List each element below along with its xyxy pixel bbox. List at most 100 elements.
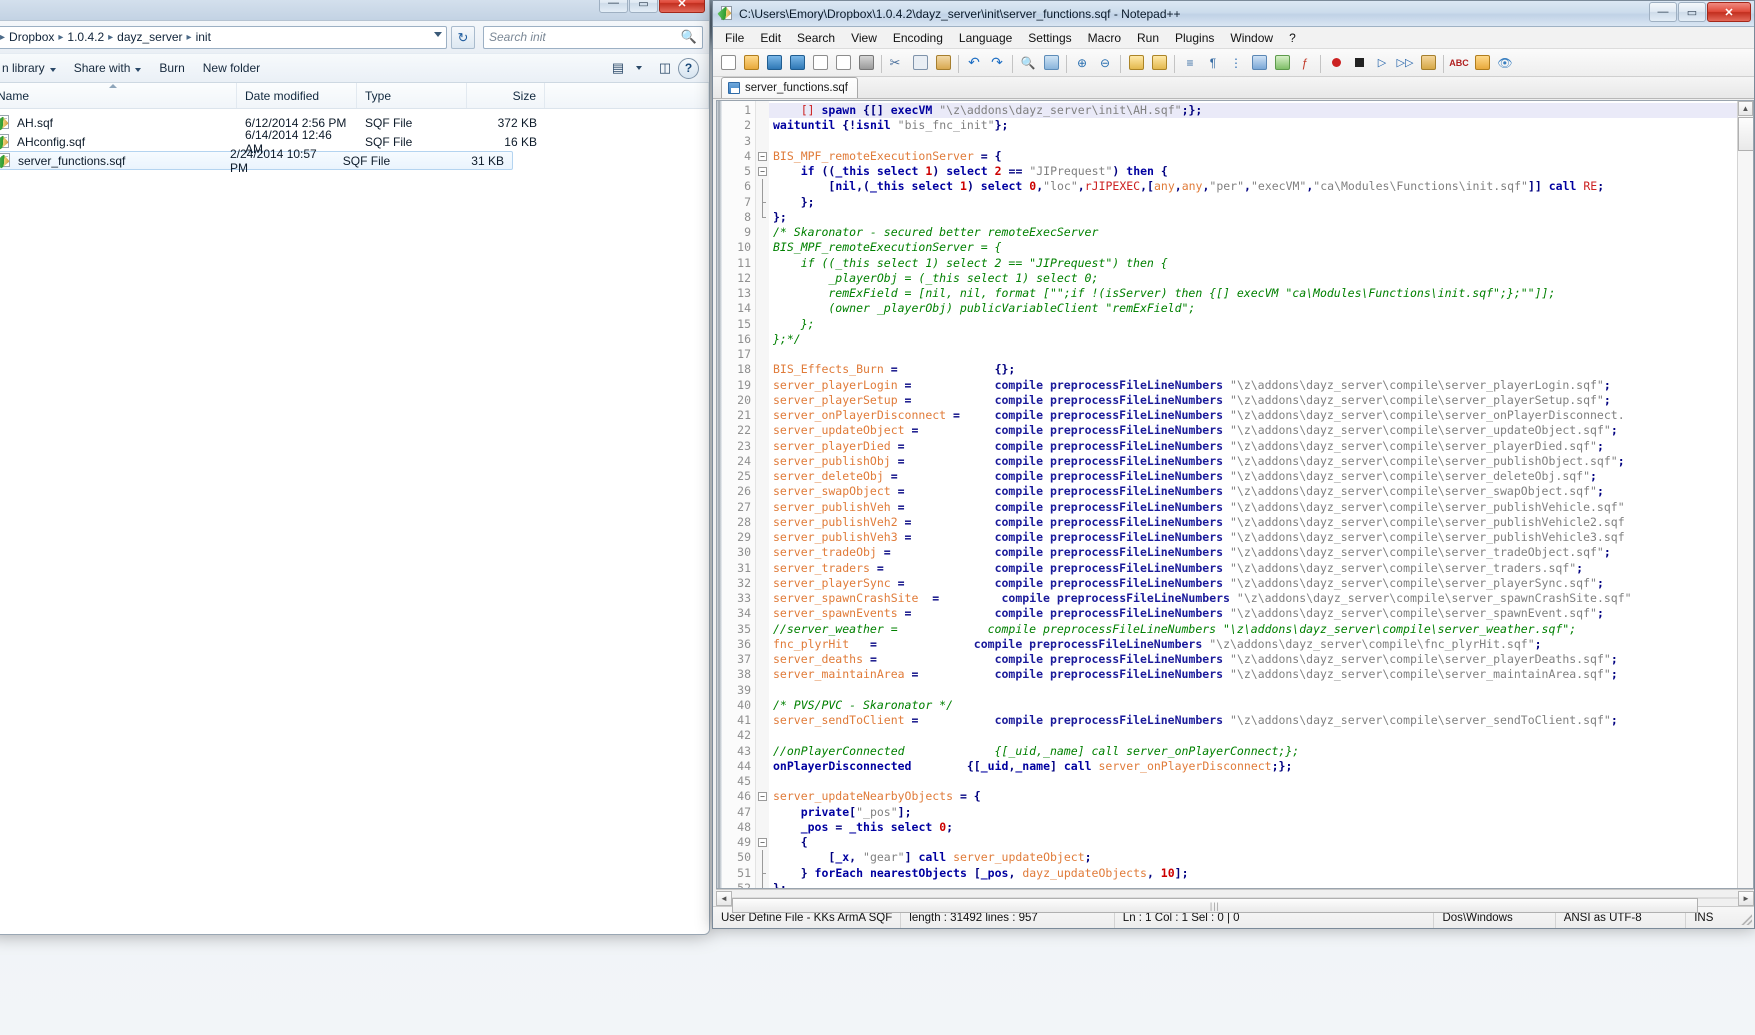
editor-vertical-scrollbar[interactable]: ▲ xyxy=(1737,101,1753,888)
help-icon[interactable]: ? xyxy=(678,57,699,79)
code-line[interactable]: server_sendToClient = compile preprocess… xyxy=(769,713,1753,728)
function-list-icon[interactable]: ƒ xyxy=(1294,52,1316,74)
scroll-left-button[interactable]: ◄ xyxy=(716,890,732,906)
find-icon[interactable]: 🔍 xyxy=(1017,52,1039,74)
menu-item-plugins[interactable]: Plugins xyxy=(1167,29,1222,47)
breadcrumb-item-dayz-server[interactable]: dayz_server xyxy=(114,30,185,44)
menu-item-macro[interactable]: Macro xyxy=(1080,29,1129,47)
sync-vertical-icon[interactable] xyxy=(1125,52,1147,74)
code-line[interactable]: [] spawn {[] execVM "\z\addons\dayz_serv… xyxy=(769,103,1753,119)
save-macro-icon[interactable] xyxy=(1417,52,1439,74)
code-line[interactable]: server_maintainArea = compile preprocess… xyxy=(769,667,1753,682)
code-line[interactable]: if ((_this select 1) select 2 == "JIPreq… xyxy=(769,164,1753,179)
folder-as-workspace-icon[interactable] xyxy=(1471,52,1493,74)
copy-icon[interactable] xyxy=(909,52,931,74)
menu-item-help[interactable]: ? xyxy=(1281,29,1304,47)
table-row-selected[interactable]: server_functions.sqf 2/24/2014 10:57 PM … xyxy=(0,147,513,175)
menu-item-language[interactable]: Language xyxy=(951,29,1020,47)
monitoring-icon[interactable]: 👁 xyxy=(1494,52,1516,74)
code-line[interactable]: BIS_MPF_remoteExecutionServer = { xyxy=(769,240,1753,255)
code-line[interactable]: }; xyxy=(769,317,1753,332)
notepadpp-titlebar[interactable]: C:\Users\Emory\Dropbox\1.0.4.2\dayz_serv… xyxy=(713,1,1754,27)
code-line[interactable]: _pos = _this select 0; xyxy=(769,820,1753,835)
code-line[interactable]: onPlayerDisconnected {[_uid,_name] call … xyxy=(769,759,1753,774)
code-line[interactable]: [nil,(_this select 1) select 0,"loc",rJI… xyxy=(769,179,1753,194)
notepadpp-minimize-button[interactable]: — xyxy=(1649,2,1677,22)
code-line[interactable]: server_playerSetup = compile preprocessF… xyxy=(769,393,1753,408)
code-line[interactable]: /* PVS/PVC - Skaronator */ xyxy=(769,698,1753,713)
code-line[interactable]: server_playerDied = compile preprocessFi… xyxy=(769,439,1753,454)
horizontal-scroll-thumb[interactable]: ||| xyxy=(732,898,1698,913)
code-line[interactable]: server_updateObject = compile preprocess… xyxy=(769,423,1753,438)
horizontal-scroll-track[interactable]: ||| xyxy=(732,897,1738,913)
code-line[interactable]: server_publishVeh2 = compile preprocessF… xyxy=(769,515,1753,530)
notepadpp-maximize-button[interactable]: ▭ xyxy=(1678,2,1706,22)
code-folding-margin[interactable]: − − − − xyxy=(756,101,769,888)
menu-item-run[interactable]: Run xyxy=(1129,29,1167,47)
organize-button[interactable]: n library xyxy=(0,57,65,79)
close-file-icon[interactable] xyxy=(809,52,831,74)
code-line[interactable]: server_deleteObj = compile preprocessFil… xyxy=(769,469,1753,484)
show-all-chars-icon[interactable]: ¶ xyxy=(1202,52,1224,74)
code-line[interactable]: } forEach nearestObjects [_pos, dayz_upd… xyxy=(769,866,1753,881)
zoom-in-icon[interactable]: ⊕ xyxy=(1071,52,1093,74)
menu-item-edit[interactable]: Edit xyxy=(752,29,789,47)
play-macro-icon[interactable]: ▷ xyxy=(1371,52,1393,74)
code-line[interactable]: server_onPlayerDisconnect = compile prep… xyxy=(769,408,1753,423)
code-line[interactable]: server_tradeObj = compile preprocessFile… xyxy=(769,545,1753,560)
table-row[interactable]: AHconfig.sqf 6/14/2014 12:46 AM SQF File… xyxy=(0,128,709,156)
code-line[interactable]: }; xyxy=(769,210,1753,225)
paste-icon[interactable] xyxy=(932,52,954,74)
code-line[interactable]: server_publishVeh = compile preprocessFi… xyxy=(769,500,1753,515)
explorer-titlebar[interactable]: — ▭ ✕ xyxy=(0,0,709,21)
new-folder-button[interactable]: New folder xyxy=(194,57,269,79)
vertical-scroll-thumb[interactable] xyxy=(1738,117,1753,151)
close-all-icon[interactable] xyxy=(832,52,854,74)
code-line[interactable]: server_playerLogin = compile preprocessF… xyxy=(769,378,1753,393)
code-line[interactable]: if ((_this select 1) select 2 == "JIPreq… xyxy=(769,256,1753,271)
menu-item-view[interactable]: View xyxy=(843,29,885,47)
column-header-name[interactable]: Name xyxy=(0,83,237,108)
menu-item-window[interactable]: Window xyxy=(1222,29,1281,47)
code-line[interactable]: { xyxy=(769,835,1753,850)
play-macro-multiple-icon[interactable]: ▷▷ xyxy=(1394,52,1416,74)
record-macro-icon[interactable] xyxy=(1325,52,1347,74)
save-all-icon[interactable] xyxy=(786,52,808,74)
tab-server-functions[interactable]: server_functions.sqf xyxy=(721,77,858,98)
code-line[interactable] xyxy=(769,683,1753,698)
column-header-type[interactable]: Type xyxy=(357,83,467,108)
share-with-button[interactable]: Share with xyxy=(65,57,151,79)
table-row[interactable]: AH.sqf 6/12/2014 2:56 PM SQF File 372 KB xyxy=(0,113,709,132)
replace-icon[interactable] xyxy=(1040,52,1062,74)
fold-collapse-icon[interactable]: − xyxy=(758,838,767,847)
code-line[interactable] xyxy=(769,134,1753,149)
code-line[interactable]: /* Skaronator - secured better remoteExe… xyxy=(769,225,1753,240)
view-list-icon[interactable]: ▤ xyxy=(607,58,629,79)
scroll-right-button[interactable]: ► xyxy=(1738,890,1754,906)
code-line[interactable] xyxy=(769,728,1753,743)
code-line[interactable]: //onPlayerConnected {[_uid,_name] call s… xyxy=(769,744,1753,759)
explorer-close-button[interactable]: ✕ xyxy=(659,0,705,13)
code-line[interactable]: [_x, "gear"] call server_updateObject; xyxy=(769,850,1753,865)
code-line[interactable]: server_publishObj = compile preprocessFi… xyxy=(769,454,1753,469)
scroll-up-button[interactable]: ▲ xyxy=(1738,101,1753,116)
user-define-dialog-icon[interactable] xyxy=(1248,52,1270,74)
code-text-area[interactable]: [] spawn {[] execVM "\z\addons\dayz_serv… xyxy=(769,101,1753,888)
zoom-out-icon[interactable]: ⊖ xyxy=(1094,52,1116,74)
code-line[interactable]: //server_weather = compile preprocessFil… xyxy=(769,622,1753,637)
cut-icon[interactable]: ✂ xyxy=(886,52,908,74)
explorer-maximize-button[interactable]: ▭ xyxy=(629,0,658,13)
redo-icon[interactable]: ↷ xyxy=(986,52,1008,74)
code-line[interactable]: server_swapObject = compile preprocessFi… xyxy=(769,484,1753,499)
refresh-button[interactable]: ↻ xyxy=(451,25,475,49)
undo-icon[interactable]: ↶ xyxy=(963,52,985,74)
code-line[interactable]: remExField = [nil, nil, format ["";if !(… xyxy=(769,286,1753,301)
code-line[interactable]: }; xyxy=(769,881,1753,888)
explorer-minimize-button[interactable]: — xyxy=(599,0,628,13)
print-icon[interactable] xyxy=(855,52,877,74)
code-line[interactable]: _playerObj = (_this select 1) select 0; xyxy=(769,271,1753,286)
code-line[interactable]: BIS_MPF_remoteExecutionServer = { xyxy=(769,149,1753,164)
code-line[interactable]: server_traders = compile preprocessFileL… xyxy=(769,561,1753,576)
preview-pane-icon[interactable]: ◫ xyxy=(654,58,676,79)
spell-check-icon[interactable]: ABC xyxy=(1448,52,1470,74)
